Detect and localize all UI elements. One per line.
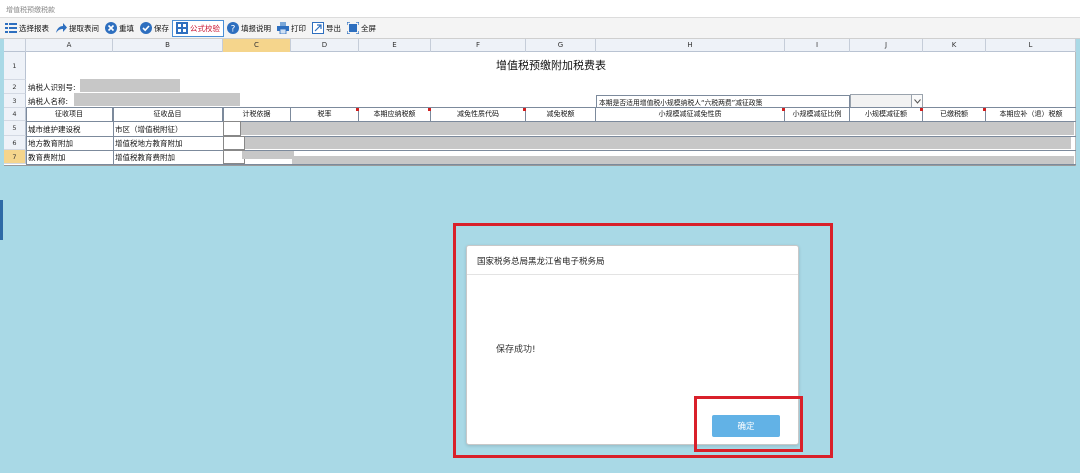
header-relief-code: 减免性质代码 <box>431 108 526 121</box>
grid-line <box>26 107 1076 108</box>
row-header-6[interactable]: 6 <box>4 136 26 150</box>
row7-values-redacted[interactable] <box>292 156 1074 164</box>
save-label: 保存 <box>154 23 169 33</box>
required-marker <box>523 108 526 111</box>
row6-values-redacted[interactable] <box>245 137 1071 149</box>
extract-between-tables-button[interactable]: 提取表间 <box>52 20 102 37</box>
select-report-label: 选择报表 <box>19 23 49 33</box>
export-button[interactable]: 导出 <box>309 20 344 37</box>
dialog-message: 保存成功! <box>496 345 536 355</box>
grid-line <box>26 164 1076 165</box>
column-header-c[interactable]: C <box>223 39 291 52</box>
spreadsheet[interactable]: A B C D E F G H I J K L 1 2 3 4 5 6 7 增值… <box>4 39 1076 166</box>
column-header-e[interactable]: E <box>359 39 431 52</box>
policy-select[interactable] <box>850 94 923 108</box>
fullscreen-label: 全屏 <box>361 23 376 33</box>
column-header-f[interactable]: F <box>431 39 526 52</box>
grid-line <box>113 107 114 165</box>
row-header-5[interactable]: 5 <box>4 121 26 136</box>
column-header-a[interactable]: A <box>26 39 113 52</box>
export-label: 导出 <box>326 23 341 33</box>
row5-values-redacted[interactable] <box>241 122 1074 135</box>
column-header-b[interactable]: B <box>113 39 223 52</box>
filling-instructions-button[interactable]: ? 填报说明 <box>224 20 274 37</box>
header-tax-rate: 税率 <box>291 108 359 121</box>
print-label: 打印 <box>291 23 306 33</box>
header-due-refund-amount: 本期应补（退）税额 <box>999 110 1063 118</box>
help-icon: ? <box>226 22 239 35</box>
header-tax-subitem: 征收品目 <box>113 108 223 121</box>
row-header-3[interactable]: 3 <box>4 94 26 108</box>
header-payable-amount: 本期应纳税额 <box>359 108 431 121</box>
row6-tax-subitem: 增值税地方教育附加 <box>115 139 183 148</box>
header-tax-basis: 计税依据 <box>223 108 291 121</box>
column-header-l[interactable]: L <box>986 39 1076 52</box>
required-marker <box>782 108 785 111</box>
header-small-scale-ratio: 小规模减征比例 <box>785 108 850 121</box>
window-title: 增值税预缴税款 <box>0 0 1080 18</box>
row-header-7[interactable]: 7 <box>4 150 26 164</box>
chevron-down-icon[interactable] <box>911 95 922 107</box>
dialog-title: 国家税务总局黑龙江省电子税务局 <box>467 246 798 275</box>
export-icon <box>311 22 324 35</box>
column-header-i[interactable]: I <box>785 39 850 52</box>
fullscreen-button[interactable]: 全屏 <box>344 20 379 37</box>
header-small-scale-relief-nature: 小规模减征减免性质 <box>596 108 785 121</box>
corner-cell <box>4 39 26 52</box>
sheet-title: 增值税预缴附加税费表 <box>496 59 606 72</box>
row6-tax-item: 地方教育附加 <box>28 139 73 148</box>
save-button[interactable]: 保存 <box>137 20 172 37</box>
check-circle-icon <box>139 22 152 35</box>
header-small-scale-amount: 小规模减征额 <box>850 108 923 121</box>
required-marker <box>356 108 359 111</box>
required-marker <box>428 108 431 111</box>
column-header-d[interactable]: D <box>291 39 359 52</box>
row5-tax-item: 城市维护建设税 <box>28 125 81 134</box>
column-header-j[interactable]: J <box>850 39 923 52</box>
share-arrow-icon <box>54 22 67 35</box>
fullscreen-icon <box>346 22 359 35</box>
select-report-button[interactable]: 选择报表 <box>2 20 52 37</box>
column-header-k[interactable]: K <box>923 39 986 52</box>
taxpayer-id-label: 纳税人识别号: <box>28 83 76 92</box>
column-header-g[interactable]: G <box>526 39 596 52</box>
column-header-h[interactable]: H <box>596 39 785 52</box>
print-button[interactable]: 打印 <box>274 20 309 37</box>
formula-icon <box>175 22 188 35</box>
grid-line <box>26 107 27 165</box>
formula-check-label: 公式校验 <box>190 23 220 33</box>
required-marker <box>983 108 986 111</box>
column-header-bar: A B C D E F G H I J K L <box>4 39 1076 52</box>
row7-tax-item: 教育费附加 <box>28 153 66 162</box>
svg-text:?: ? <box>230 25 235 35</box>
row-header-2[interactable]: 2 <box>4 80 26 94</box>
row7-value-redacted-a[interactable] <box>242 151 294 159</box>
left-edge-strip <box>0 200 3 240</box>
toolbar: 选择报表 提取表间 重填 保存 公式校验 ? 填报说明 打印 导出 全屏 <box>0 18 1080 39</box>
row6-tax-basis-input[interactable] <box>223 136 245 150</box>
row-header-1[interactable]: 1 <box>4 52 26 80</box>
refill-label: 重填 <box>119 23 134 33</box>
taxpayer-name-value-redacted[interactable] <box>74 93 240 106</box>
header-paid-amount: 已缴税额 <box>923 108 986 121</box>
row5-tax-basis-input[interactable] <box>223 121 241 136</box>
list-icon <box>4 22 17 35</box>
required-marker <box>920 108 923 111</box>
grid-line <box>26 150 1076 151</box>
printer-icon <box>276 22 289 35</box>
extract-between-tables-label: 提取表间 <box>69 23 99 33</box>
formula-check-button[interactable]: 公式校验 <box>172 19 224 37</box>
header-tax-item: 征收项目 <box>26 108 113 121</box>
row-header-4[interactable]: 4 <box>4 108 26 121</box>
row7-tax-subitem: 增值税教育费附加 <box>115 153 175 162</box>
ok-button-highlight-frame <box>694 396 803 452</box>
taxpayer-id-value-redacted[interactable] <box>80 79 180 92</box>
refill-button[interactable]: 重填 <box>102 20 137 37</box>
taxpayer-name-label: 纳税人名称: <box>28 97 69 106</box>
header-relief-amount: 减免税额 <box>526 108 596 121</box>
close-circle-icon <box>104 22 117 35</box>
filling-instructions-label: 填报说明 <box>241 23 271 33</box>
row5-tax-subitem: 市区（增值税附征） <box>115 125 183 134</box>
